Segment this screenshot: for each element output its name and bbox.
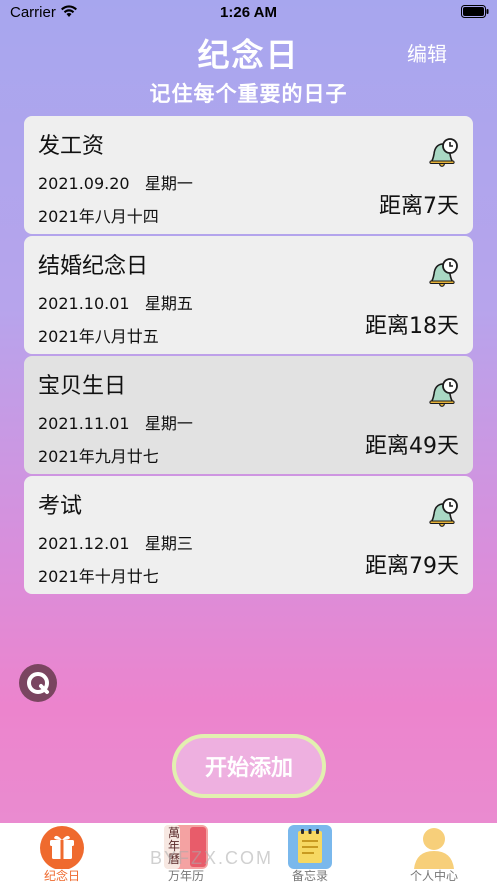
event-name: 宝贝生日 <box>38 374 127 399</box>
event-card[interactable]: 考试 2021.12.01 星期三 2021年十月廿七 距离79天 <box>24 476 473 594</box>
event-lunar-date: 2021年九月廿七 <box>38 447 159 466</box>
alarm-bell-icon[interactable] <box>427 496 459 528</box>
tab-label: 备忘录 <box>291 869 328 883</box>
edit-button[interactable]: 编辑 <box>407 38 447 67</box>
event-weekday: 星期三 <box>144 534 193 553</box>
event-date-value: 2021.09.20 <box>38 174 130 193</box>
event-weekday: 星期一 <box>144 414 193 433</box>
alarm-bell-icon[interactable] <box>427 256 459 288</box>
event-date: 2021.11.01 星期一 <box>38 410 193 434</box>
event-list: 发工资 2021.09.20 星期一 2021年八月十四 距离7天 结婚纪念日 … <box>24 116 473 596</box>
watermark: BYFZX.COM <box>150 848 274 868</box>
event-weekday: 星期一 <box>144 174 193 193</box>
battery-icon <box>461 5 489 18</box>
floating-assistant-button[interactable] <box>19 664 57 702</box>
event-date: 2021.12.01 星期三 <box>38 530 193 554</box>
event-countdown: 距离79天 <box>365 554 459 579</box>
tab-profile[interactable]: 个人中心 <box>372 823 496 883</box>
tab-label: 个人中心 <box>409 869 458 883</box>
notepad-icon <box>288 825 332 869</box>
event-name: 结婚纪念日 <box>38 254 149 279</box>
event-name: 发工资 <box>38 134 105 159</box>
alarm-bell-icon[interactable] <box>427 136 459 168</box>
tab-label: 纪念日 <box>43 869 80 883</box>
event-date: 2021.10.01 星期五 <box>38 290 193 314</box>
event-date-value: 2021.11.01 <box>38 414 130 433</box>
gift-icon <box>40 826 84 869</box>
event-countdown: 距离7天 <box>379 194 459 219</box>
event-weekday: 星期五 <box>144 294 193 313</box>
event-card[interactable]: 发工资 2021.09.20 星期一 2021年八月十四 距离7天 <box>24 116 473 234</box>
event-card[interactable]: 结婚纪念日 2021.10.01 星期五 2021年八月廿五 距离18天 <box>24 236 473 354</box>
event-countdown: 距离49天 <box>365 434 459 459</box>
event-countdown: 距离18天 <box>365 314 459 339</box>
event-name: 考试 <box>38 494 83 519</box>
event-card[interactable]: 宝贝生日 2021.11.01 星期一 2021年九月廿七 距离49天 <box>24 356 473 474</box>
event-lunar-date: 2021年八月廿五 <box>38 327 159 346</box>
status-time: 1:26 AM <box>220 4 277 21</box>
page-subtitle: 记住每个重要的日子 <box>149 82 348 106</box>
tab-anniversary[interactable]: 纪念日 <box>0 823 124 883</box>
event-date-value: 2021.12.01 <box>38 534 130 553</box>
event-lunar-date: 2021年八月十四 <box>38 207 159 226</box>
event-lunar-date: 2021年十月廿七 <box>38 567 159 586</box>
user-icon <box>414 828 454 869</box>
start-adding-button[interactable]: 开始添加 <box>172 734 326 798</box>
tab-label: 万年历 <box>167 869 204 883</box>
event-date: 2021.09.20 星期一 <box>38 170 193 194</box>
event-date-value: 2021.10.01 <box>38 294 130 313</box>
alarm-bell-icon[interactable] <box>427 376 459 408</box>
status-bar: Carrier 1:26 AM <box>0 0 497 26</box>
q-logo-icon <box>27 672 49 694</box>
